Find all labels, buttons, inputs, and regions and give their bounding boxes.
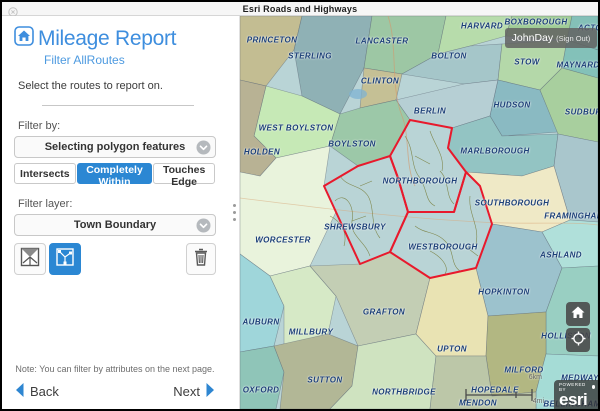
home-icon — [14, 26, 34, 51]
spatial-filter-segmented: Intersects Completely Within Touches Edg… — [14, 163, 216, 184]
chevron-down-icon — [196, 140, 211, 155]
select-by-rectangle-tool-button[interactable] — [14, 243, 46, 275]
mileage-report-panel: Mileage Report Filter AllRoutes Select t… — [2, 16, 230, 409]
user-name: JohnDay — [512, 32, 553, 44]
page-subtitle: Filter AllRoutes — [44, 53, 216, 67]
title-bar: Esri Roads and Highways — [2, 2, 598, 16]
close-icon[interactable] — [8, 4, 18, 14]
esri-logo-text: esri — [559, 391, 595, 408]
sign-out-label: (Sign Out) — [556, 34, 590, 43]
chevron-left-icon — [14, 382, 25, 401]
map-canvas[interactable]: PRINCETONSTERLINGLANCASTERHARVARDBOXBORO… — [240, 16, 598, 409]
separator-line — [42, 105, 194, 106]
home-icon — [571, 306, 585, 322]
reservoir-water — [349, 89, 367, 99]
completely-within-button[interactable]: Completely Within — [77, 163, 153, 184]
home-extent-button[interactable] — [566, 302, 590, 326]
town-polygon-princeton[interactable] — [240, 16, 302, 86]
filter-by-value: Selecting polygon features — [15, 141, 215, 153]
back-label: Back — [30, 384, 59, 399]
note-text: Note: You can filter by attributes on th… — [14, 364, 216, 374]
back-button[interactable]: Back — [14, 382, 59, 401]
chevron-right-icon — [205, 382, 216, 401]
filter-layer-label: Filter layer: — [18, 198, 216, 210]
app-window: Esri Roads and Highways Mileage Report F… — [0, 0, 600, 411]
clear-selection-button[interactable] — [186, 243, 216, 275]
scale-mi-label: 4mi — [533, 398, 544, 405]
intersects-button[interactable]: Intersects — [14, 163, 76, 184]
draw-polygon-icon — [55, 247, 75, 272]
page-title: Mileage Report — [38, 27, 176, 51]
chevron-down-icon — [196, 218, 211, 233]
locate-button[interactable] — [566, 328, 590, 352]
filter-layer-value: Town Boundary — [15, 219, 215, 231]
user-session-button[interactable]: JohnDay (Sign Out) — [505, 28, 597, 48]
panel-resize-handle[interactable] — [230, 16, 240, 409]
draw-polygon-tool-button[interactable] — [49, 243, 81, 275]
basemap-svg — [240, 16, 598, 409]
filter-layer-dropdown[interactable]: Town Boundary — [14, 214, 216, 236]
crosshair-icon — [571, 331, 586, 349]
select-polygon-icon — [20, 247, 40, 272]
touches-edge-button[interactable]: Touches Edge — [153, 163, 215, 184]
next-label: Next — [173, 384, 200, 399]
instruction-text: Select the routes to report on. — [18, 80, 216, 92]
scale-bar: 6km 4mi — [464, 376, 534, 402]
scale-km-label: 6km — [529, 374, 542, 381]
filter-by-label: Filter by: — [18, 120, 216, 132]
trash-icon — [193, 248, 209, 271]
next-button[interactable]: Next — [173, 382, 216, 401]
esri-attribution[interactable]: POWERED BY esri — [554, 380, 598, 409]
filter-by-dropdown[interactable]: Selecting polygon features — [14, 136, 216, 158]
window-title: Esri Roads and Highways — [243, 4, 358, 14]
